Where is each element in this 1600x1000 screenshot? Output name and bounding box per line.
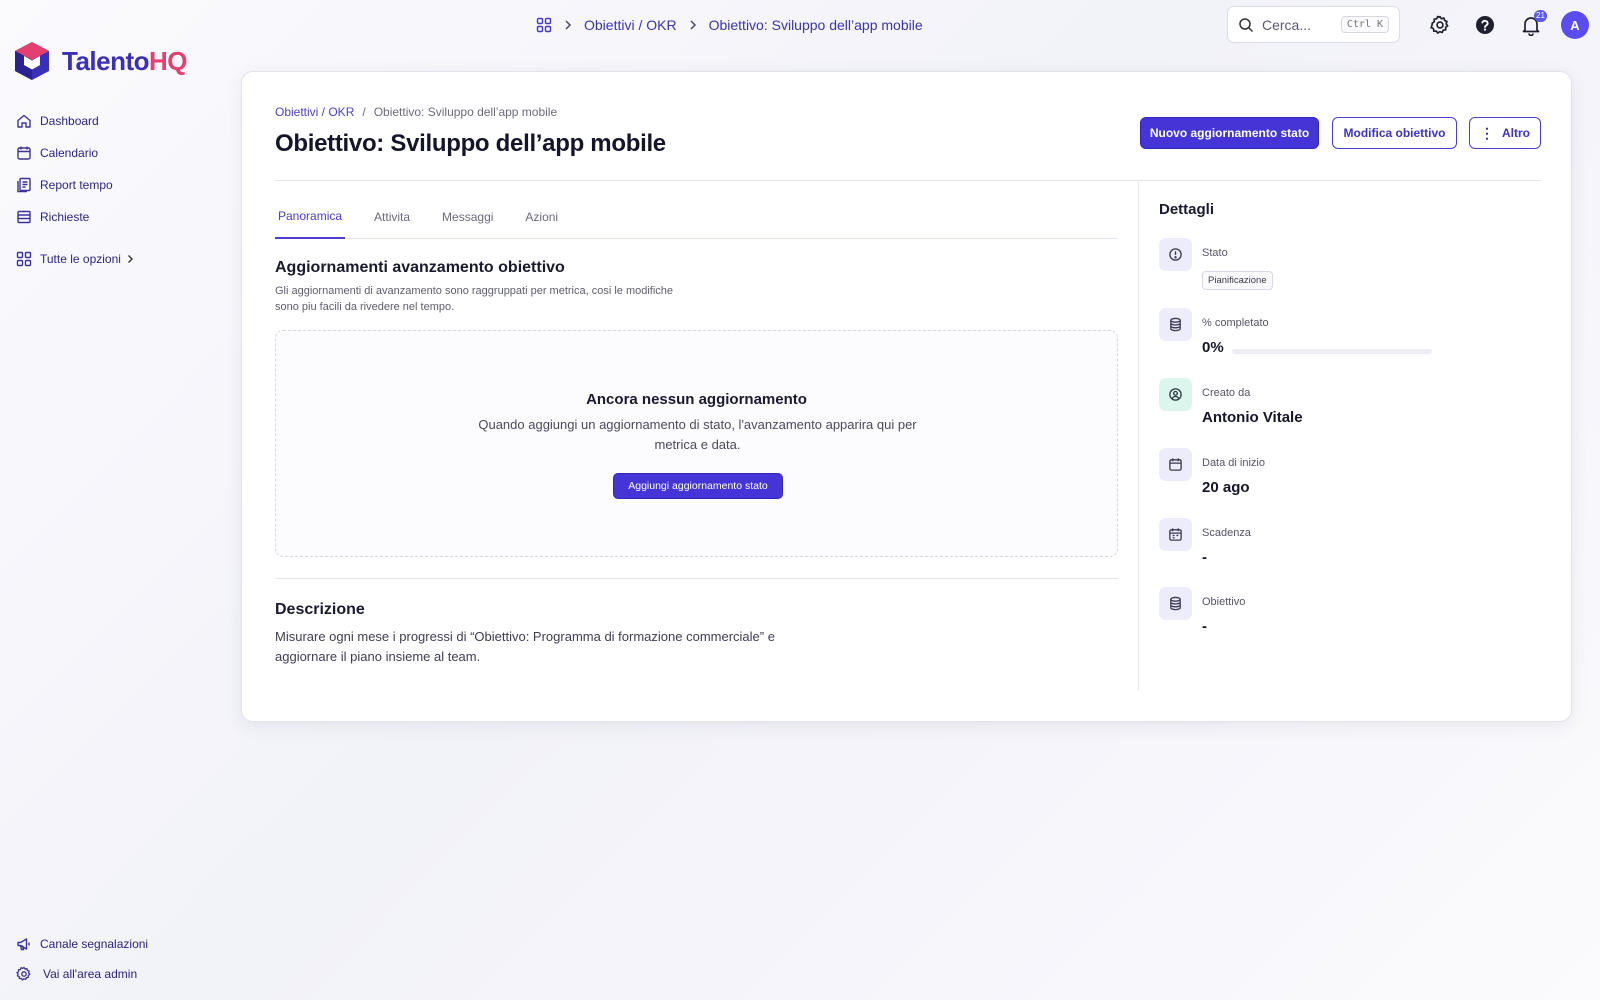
top-breadcrumb-current[interactable]: Obiettivo: Sviluppo dell’app mobile [709,17,923,33]
breadcrumb-objectives-link[interactable]: Obiettivi / OKR [275,105,354,119]
more-button-label: Altro [1502,126,1530,140]
description-text: Misurare ogni mese i progressi di “Obiet… [275,629,775,664]
sidebar-item-label: Tutte le opzioni [40,252,121,266]
detail-start-date: Data di inizio 20 ago [1159,448,1519,508]
sidebar-item-label: Richieste [40,210,90,224]
help-icon[interactable] [1474,14,1496,36]
report-icon [16,177,32,193]
user-circle-icon [1159,378,1192,411]
chevron-right-icon [562,19,574,31]
sidebar-item-admin[interactable]: Vai all'area admin [16,963,236,985]
grid-icon [16,251,32,267]
target-value: - [1202,618,1207,635]
sidebar-item-dashboard[interactable]: Dashboard [16,110,216,132]
detail-label: Stato [1202,247,1228,259]
description-title: Descrizione [275,601,365,618]
tab-messages[interactable]: Messaggi [439,194,496,239]
detail-status: Stato Pianificazione [1159,238,1519,298]
sidebar-item-label: Calendario [40,146,99,160]
search-box[interactable]: Cerca... Ctrl K [1227,6,1400,43]
notification-count-badge: 21 [1534,10,1547,22]
sidebar-item-all-options[interactable]: Tutte le opzioni [16,248,216,270]
top-breadcrumb-objectives[interactable]: Obiettivi / OKR [584,17,677,33]
sidebar-item-time-report[interactable]: Report tempo [16,174,216,196]
calendar-icon [1159,448,1192,481]
new-status-update-button[interactable]: Nuovo aggiornamento stato [1140,117,1319,149]
sidebar-item-label: Report tempo [40,178,113,192]
sidebar-nav: Dashboard Calendario Report tempo Richie… [16,110,216,280]
tab-bar: Panoramica Attivita Messaggi Azioni [275,194,1118,239]
megaphone-icon [16,936,32,952]
database-icon [1159,587,1192,620]
database-icon [1159,308,1192,341]
detail-label: Creato da [1202,387,1251,399]
user-avatar[interactable]: A [1561,11,1589,39]
sidebar-item-label: Dashboard [40,114,99,128]
detail-label: % completato [1202,317,1269,329]
detail-label: Obiettivo [1202,596,1246,608]
calendar-icon [16,145,32,161]
top-breadcrumb: Obiettivi / OKR Obiettivo: Sviluppo dell… [536,14,923,36]
more-button[interactable]: ⋮ Altro [1469,117,1541,149]
objective-card: Obiettivi / OKR / Obiettivo: Sviluppo de… [241,71,1572,722]
sidebar-bottom-nav: Canale segnalazioni [16,933,236,955]
top-bar: Obiettivi / OKR Obiettivo: Sviluppo dell… [0,0,1600,50]
logo-text: TalentoHQ [62,45,188,76]
logo-cube-icon [12,40,52,82]
empty-state-title: Ancora nessun aggiornamento [586,391,807,408]
home-icon [16,113,32,129]
sidebar-item-requests[interactable]: Richieste [16,206,216,228]
settings-gear-icon[interactable] [1429,14,1451,36]
apps-grid-icon[interactable] [536,17,552,33]
calendar-deadline-icon [1159,518,1192,551]
completion-value: 0% [1202,339,1224,356]
header-divider [275,180,1541,181]
detail-label: Data di inizio [1202,457,1265,469]
created-by-value: Antonio Vitale [1202,409,1303,426]
status-clock-icon [1159,238,1192,271]
sidebar-item-report-channel[interactable]: Canale segnalazioni [16,933,236,955]
detail-label: Scadenza [1202,527,1251,539]
app-logo[interactable]: TalentoHQ [12,40,188,82]
deadline-value: - [1202,549,1207,566]
sidebar-item-calendar[interactable]: Calendario [16,142,216,164]
completion-progress-bar [1232,349,1432,354]
updates-empty-state: Ancora nessun aggiornamento Quando aggiu… [275,330,1118,557]
tab-activity[interactable]: Attivita [371,194,413,239]
breadcrumb-current: Obiettivo: Sviluppo dell’app mobile [373,105,558,119]
details-title: Dettagli [1159,201,1215,218]
detail-created-by: Creato da Antonio Vitale [1159,378,1519,438]
breadcrumb: Obiettivi / OKR / Obiettivo: Sviluppo de… [275,105,557,119]
tab-overview[interactable]: Panoramica [275,194,346,239]
sidebar-item-label: Vai all'area admin [43,967,138,981]
page-title: Obiettivo: Sviluppo dell’app mobile [275,130,666,157]
description-divider [275,578,1118,579]
sidebar-item-label: Canale segnalazioni [40,937,149,951]
more-vertical-icon: ⋮ [1480,125,1494,141]
breadcrumb-separator: / [362,105,366,119]
detail-target: Obiettivo - [1159,587,1519,647]
column-divider [1138,182,1139,690]
updates-section-title: Aggiornamenti avanzamento obiettivo [275,259,565,276]
search-icon [1238,17,1254,33]
status-badge: Pianificazione [1202,271,1273,290]
search-shortcut: Ctrl K [1340,16,1389,33]
updates-section-subtitle: Gli aggiornamenti di avanzamento sono ra… [275,285,674,313]
search-placeholder: Cerca... [1262,16,1312,33]
detail-deadline: Scadenza - [1159,518,1519,578]
tab-actions[interactable]: Azioni [522,194,561,239]
chevron-right-icon [687,19,699,31]
start-date-value: 20 ago [1202,479,1250,496]
chevron-right-icon [125,254,135,264]
empty-state-text: Quando aggiungi un aggiornamento di stat… [478,417,917,452]
list-icon [16,209,32,225]
sidebar-bottom-nav-admin: Vai all'area admin [16,963,236,985]
edit-objective-button[interactable]: Modifica obiettivo [1332,117,1457,149]
detail-completion: % completato 0% [1159,308,1519,368]
add-status-update-button[interactable]: Aggiungi aggiornamento stato [613,473,783,499]
gear-icon [16,966,32,982]
